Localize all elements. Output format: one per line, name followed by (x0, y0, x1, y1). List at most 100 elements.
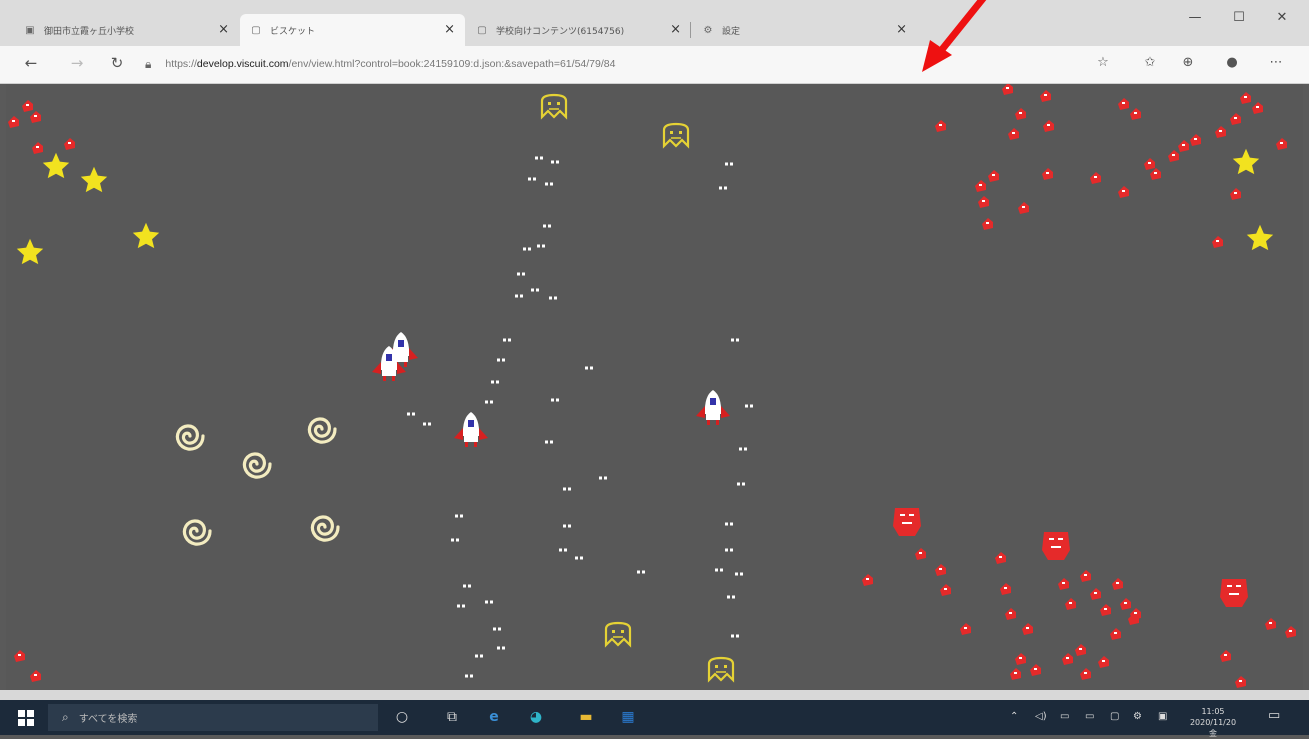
small-monster-sprite (975, 180, 986, 192)
small-monster-sprite (1090, 588, 1101, 600)
ghost-sprite (604, 621, 632, 647)
gear-tray-icon[interactable]: ⚙ (1133, 711, 1142, 722)
small-monster-sprite (1230, 113, 1241, 125)
ghost-sprite (707, 656, 735, 682)
shot-sprite (537, 244, 545, 248)
small-monster-sprite (982, 218, 993, 230)
search-placeholder: すべてを検索 (78, 714, 138, 725)
shot-sprite (463, 584, 471, 588)
small-monster-sprite (1178, 140, 1189, 152)
battery-icon[interactable]: ▭ (1085, 711, 1094, 722)
swirl-sprite (242, 452, 272, 479)
small-monster-sprite (935, 120, 946, 132)
volume-icon[interactable]: ◁) (1035, 711, 1047, 722)
small-monster-sprite (1005, 608, 1016, 620)
small-monster-sprite (1000, 583, 1011, 595)
shot-sprite (715, 568, 723, 572)
swirl-sprite (310, 515, 340, 542)
teams-icon[interactable]: ▦ (618, 709, 638, 725)
shot-sprite (739, 447, 747, 451)
small-monster-sprite (32, 142, 43, 154)
shot-sprite (407, 412, 415, 416)
swirl-sprite (175, 424, 205, 451)
small-monster-sprite (988, 170, 999, 182)
small-monster-sprite (1230, 188, 1241, 200)
ie-icon[interactable]: e (484, 709, 504, 725)
shot-sprite (725, 522, 733, 526)
shot-sprite (465, 674, 473, 678)
small-monster-sprite (960, 623, 971, 635)
rocket-sprite (454, 412, 488, 447)
shot-sprite (731, 338, 739, 342)
small-monster-sprite (1118, 186, 1129, 198)
shot-sprite (545, 182, 553, 186)
small-monster-sprite (1043, 120, 1054, 132)
small-monster-sprite (978, 196, 989, 208)
small-monster-sprite (1030, 664, 1041, 676)
taskbar: ⌕ すべてを検索 ○ ⧉ e ◕ ▬ ▦ ⌃ ◁) ▭ ▭ ▢ ⚙ ▣ 11:0… (0, 700, 1309, 738)
shot-sprite (485, 600, 493, 604)
small-monster-sprite (1215, 126, 1226, 138)
sprite-layer (8, 84, 1296, 688)
small-monster-sprite (1252, 102, 1263, 114)
small-monster-sprite (1090, 172, 1101, 184)
viscuit-stage[interactable] (6, 84, 1303, 690)
cortana-icon[interactable]: ○ (392, 709, 412, 725)
taskbar-search[interactable]: ⌕ すべてを検索 (48, 704, 378, 731)
status-strip (0, 690, 1309, 700)
small-monster-sprite (1022, 623, 1033, 635)
star-sprite (80, 166, 108, 193)
small-monster-sprite (1065, 598, 1076, 610)
ime-icon[interactable]: ▣ (1158, 711, 1167, 722)
edge-icon[interactable]: ◕ (526, 709, 546, 725)
shot-sprite (737, 482, 745, 486)
shot-sprite (551, 398, 559, 402)
ghost-sprite (662, 122, 690, 148)
notification-icon[interactable]: ▭ (1268, 708, 1280, 723)
shot-sprite (725, 548, 733, 552)
small-monster-sprite (915, 548, 926, 560)
small-monster-sprite (14, 650, 25, 662)
shot-sprite (528, 177, 536, 181)
small-monster-sprite (1042, 168, 1053, 180)
shot-sprite (475, 654, 483, 658)
small-monster-sprite (1265, 618, 1276, 630)
small-monster-sprite (1110, 628, 1121, 640)
shot-sprite (491, 380, 499, 384)
small-monster-sprite (935, 564, 946, 576)
shot-sprite (497, 358, 505, 362)
clock-time: 11:05 (1201, 707, 1225, 716)
file-explorer-icon[interactable]: ▬ (576, 709, 596, 725)
small-monster-sprite (30, 111, 41, 123)
small-monster-sprite (1168, 150, 1179, 162)
swirl-sprite (182, 519, 212, 546)
shot-sprite (455, 514, 463, 518)
star-sprite (42, 152, 70, 179)
small-monster-sprite (940, 584, 951, 596)
small-monster-sprite (1212, 236, 1223, 248)
small-monster-sprite (1015, 108, 1026, 120)
clock-date: 2020/11/20 金 (1189, 718, 1237, 738)
monster-sprite (893, 508, 921, 536)
network-icon[interactable]: ▭ (1060, 711, 1069, 722)
shot-sprite (485, 400, 493, 404)
shot-sprite (423, 422, 431, 426)
shot-sprite (535, 156, 543, 160)
small-monster-sprite (1276, 138, 1287, 150)
display-icon[interactable]: ▢ (1110, 711, 1119, 722)
shot-sprite (551, 160, 559, 164)
clock[interactable]: 11:05 2020/11/20 金 (1188, 706, 1238, 739)
task-view-icon[interactable]: ⧉ (442, 709, 462, 725)
monster-sprite (1042, 532, 1070, 560)
small-monster-sprite (1285, 626, 1296, 638)
small-monster-sprite (1058, 578, 1069, 590)
rocket-sprite (696, 390, 730, 425)
small-monster-sprite (1144, 158, 1155, 170)
windows-start-icon[interactable] (18, 710, 34, 726)
small-monster-sprite (1015, 653, 1026, 665)
small-monster-sprite (1075, 644, 1086, 656)
small-monster-sprite (1098, 656, 1109, 668)
shot-sprite (559, 548, 567, 552)
tray-chevron-icon[interactable]: ⌃ (1010, 711, 1018, 722)
shot-sprite (515, 294, 523, 298)
